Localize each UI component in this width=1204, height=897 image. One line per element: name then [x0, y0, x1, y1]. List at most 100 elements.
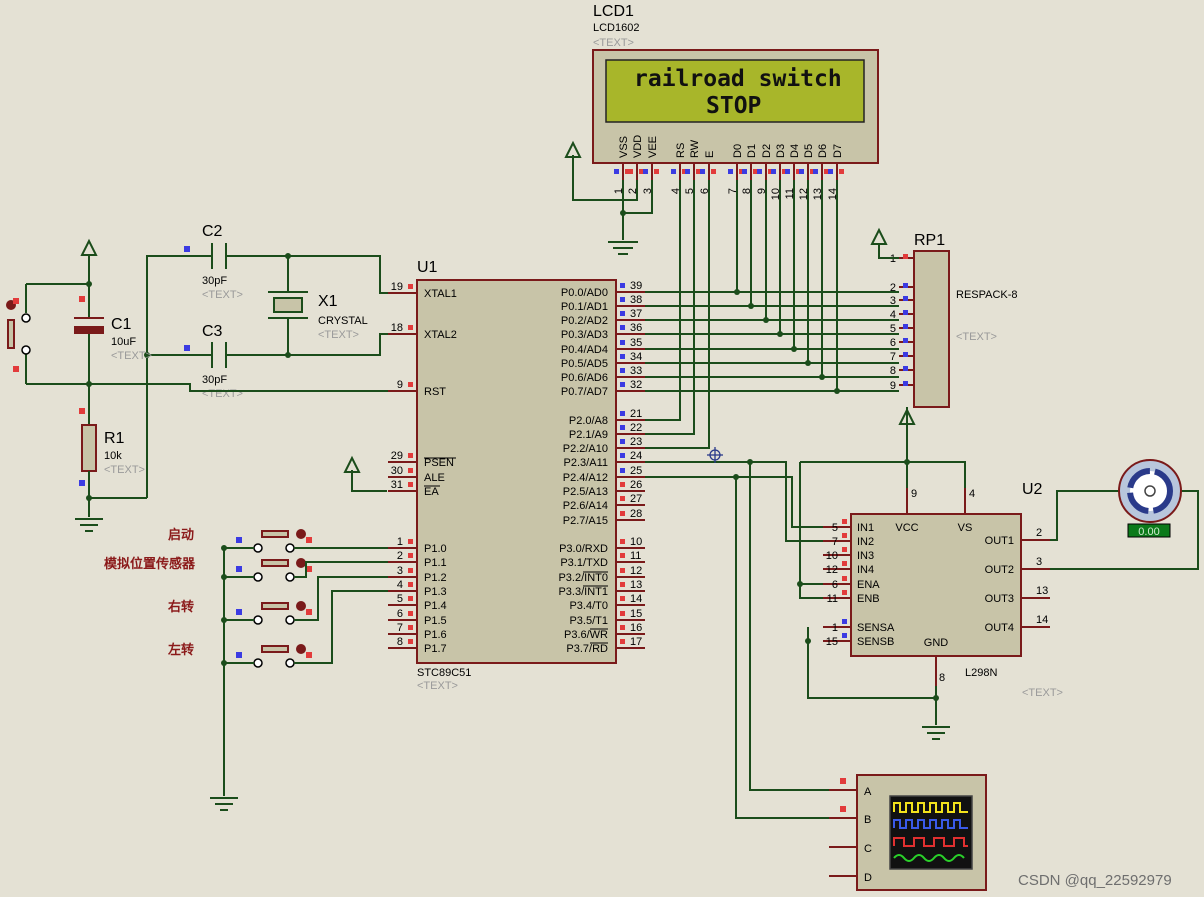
power-terminal-icon [80, 238, 98, 256]
rp1-pins: 123456789 [890, 253, 914, 424]
rp1-ref: RP1 [914, 232, 945, 249]
lcd-pin-name: D0 [732, 144, 744, 158]
u1-pin-name: P2.0/A8 [569, 415, 608, 427]
button-label: 启动 [168, 527, 194, 543]
u1-pin-name: P1.1 [424, 557, 447, 569]
lcd-line-1: railroad switch [634, 66, 842, 92]
u1-pin-number: 26 [630, 479, 642, 491]
lcd-pin-name: D3 [775, 144, 787, 158]
u1-pin-name: P1.5 [424, 615, 447, 627]
u2-pin-number: 11 [827, 593, 838, 605]
dc-motor[interactable]: 0.00 [1050, 459, 1199, 570]
lcd-pin-name: D4 [789, 144, 801, 158]
button-label: 左转 [168, 642, 194, 658]
x1-ref: X1 [318, 293, 338, 310]
c1-text-tag: <TEXT> [111, 350, 152, 362]
u1-pin-name: P0.4/AD4 [561, 344, 608, 356]
u1-pin-name: PSEN [424, 457, 454, 469]
lcd-line-2: STOP [706, 93, 761, 119]
rp1-pin-number: 8 [890, 365, 896, 377]
u2-pin-number: 1 [832, 622, 838, 634]
pushbutton[interactable]: 右转 [167, 576, 388, 625]
stc89c51-mcu[interactable]: U1 STC89C51 <TEXT> XTAL119XTAL218RST9PSE… [388, 259, 645, 692]
u1-pin-number: 34 [630, 351, 642, 363]
u1-pin-number: 33 [630, 365, 642, 377]
u1-pin-name: EA [424, 486, 439, 498]
u1-pin-number: 37 [630, 308, 642, 320]
u1-pin-number: 18 [391, 322, 403, 334]
u1-pin-name: P1.6 [424, 629, 447, 641]
u1-pin-number: 8 [397, 636, 403, 648]
lcd-pin-name: E [704, 151, 716, 158]
u2-text-tag: <TEXT> [1022, 687, 1063, 699]
u1-pin-number: 4 [397, 579, 403, 591]
u1-pin-number: 22 [630, 422, 642, 434]
u2-pin-name: OUT2 [985, 564, 1014, 576]
u1-pin-name: P2.1/A9 [569, 429, 608, 441]
u1-pin-name: P3.0/RXD [559, 543, 608, 555]
c3-value: 30pF [202, 374, 227, 386]
u1-text-tag: <TEXT> [417, 680, 458, 692]
u1-pin-name: P0.1/AD1 [561, 301, 608, 313]
u1-pin-name: P0.3/AD3 [561, 329, 608, 341]
u1-pin-name: P0.0/AD0 [561, 287, 608, 299]
u1-pin-number: 19 [391, 281, 403, 293]
u2-pin-name: IN3 [857, 550, 874, 562]
u1-pin-name: P0.5/AD5 [561, 358, 608, 370]
u1-pin-name: XTAL1 [424, 288, 457, 300]
rp1-model: RESPACK-8 [956, 289, 1018, 301]
u2-pin-name: IN4 [857, 564, 874, 576]
pushbutton[interactable]: 启动 [168, 527, 388, 553]
u2-pin-name: OUT1 [985, 535, 1014, 547]
u1-pin-number: 32 [630, 379, 642, 391]
scope-channel-label: B [864, 814, 871, 826]
lcd-text-tag: <TEXT> [593, 37, 634, 49]
u1-pin-number: 10 [630, 536, 642, 548]
u1-pin-name: P3.3/INT1 [558, 586, 608, 598]
u1-pin-number: 31 [391, 479, 403, 491]
u2-pin-name: IN2 [857, 536, 874, 548]
u2-pin-number: 2 [1036, 527, 1042, 539]
u1-pin-number: 2 [397, 550, 403, 562]
u2-pin-number: 7 [832, 536, 838, 548]
lcd-pin-name: D5 [803, 144, 815, 158]
r1-value: 10k [104, 450, 122, 462]
u1-pin-number: 17 [630, 636, 642, 648]
u2-pin-name: GND [924, 637, 949, 649]
u1-pin-number: 5 [397, 593, 403, 605]
u1-model: STC89C51 [417, 667, 471, 679]
c1-ref: C1 [111, 316, 132, 333]
lcd-pin-name: RS [675, 143, 687, 158]
lcd-pin-name: VEE [647, 136, 659, 158]
rp1-pin-number: 6 [890, 337, 896, 349]
scope-channel-label: D [864, 872, 872, 884]
u1-pin-name: P3.5/T1 [569, 615, 608, 627]
c2-value: 30pF [202, 275, 227, 287]
u2-pin-number: 13 [1036, 585, 1048, 597]
rp1-pin-number: 7 [890, 351, 896, 363]
u1-pin-name: XTAL2 [424, 329, 457, 341]
u2-pin-name: OUT4 [985, 622, 1014, 634]
u1-pin-name: P3.7/RD [566, 643, 608, 655]
u1-pin-name: P2.4/A12 [563, 472, 608, 484]
reset-circuit: C1 10uF <TEXT> R1 10k <TEXT> [6, 238, 388, 532]
u1-pin-name: P1.3 [424, 586, 447, 598]
u1-pin-name: ALE [424, 472, 445, 484]
u2-pin-number: 8 [939, 672, 945, 684]
u1-pin-number: 7 [397, 622, 403, 634]
l298n-driver[interactable]: U2 L298N <TEXT> IN15IN27IN310IN412ENA6EN… [823, 481, 1063, 699]
u2-pin-name: VCC [895, 522, 918, 534]
u2-pin-name: SENSA [857, 622, 895, 634]
power-terminal-icon [343, 455, 361, 473]
lcd-pin-name: VSS [618, 136, 630, 158]
oscilloscope[interactable]: A B C D [829, 774, 987, 891]
u1-pin-name: P2.7/A15 [563, 515, 608, 527]
u2-pin-name: OUT3 [985, 593, 1014, 605]
respack-8[interactable]: RP1 RESPACK-8 <TEXT> 123456789 [870, 227, 1018, 424]
u1-pin-number: 14 [630, 593, 642, 605]
u2-pin-number: 9 [911, 488, 917, 500]
u2-pin-number: 15 [826, 636, 838, 648]
u1-pin-number: 39 [630, 280, 642, 292]
probe-marker-icon [707, 447, 723, 463]
lcd1602[interactable]: LCD1 LCD1602 <TEXT> railroad switch STOP… [592, 3, 879, 200]
